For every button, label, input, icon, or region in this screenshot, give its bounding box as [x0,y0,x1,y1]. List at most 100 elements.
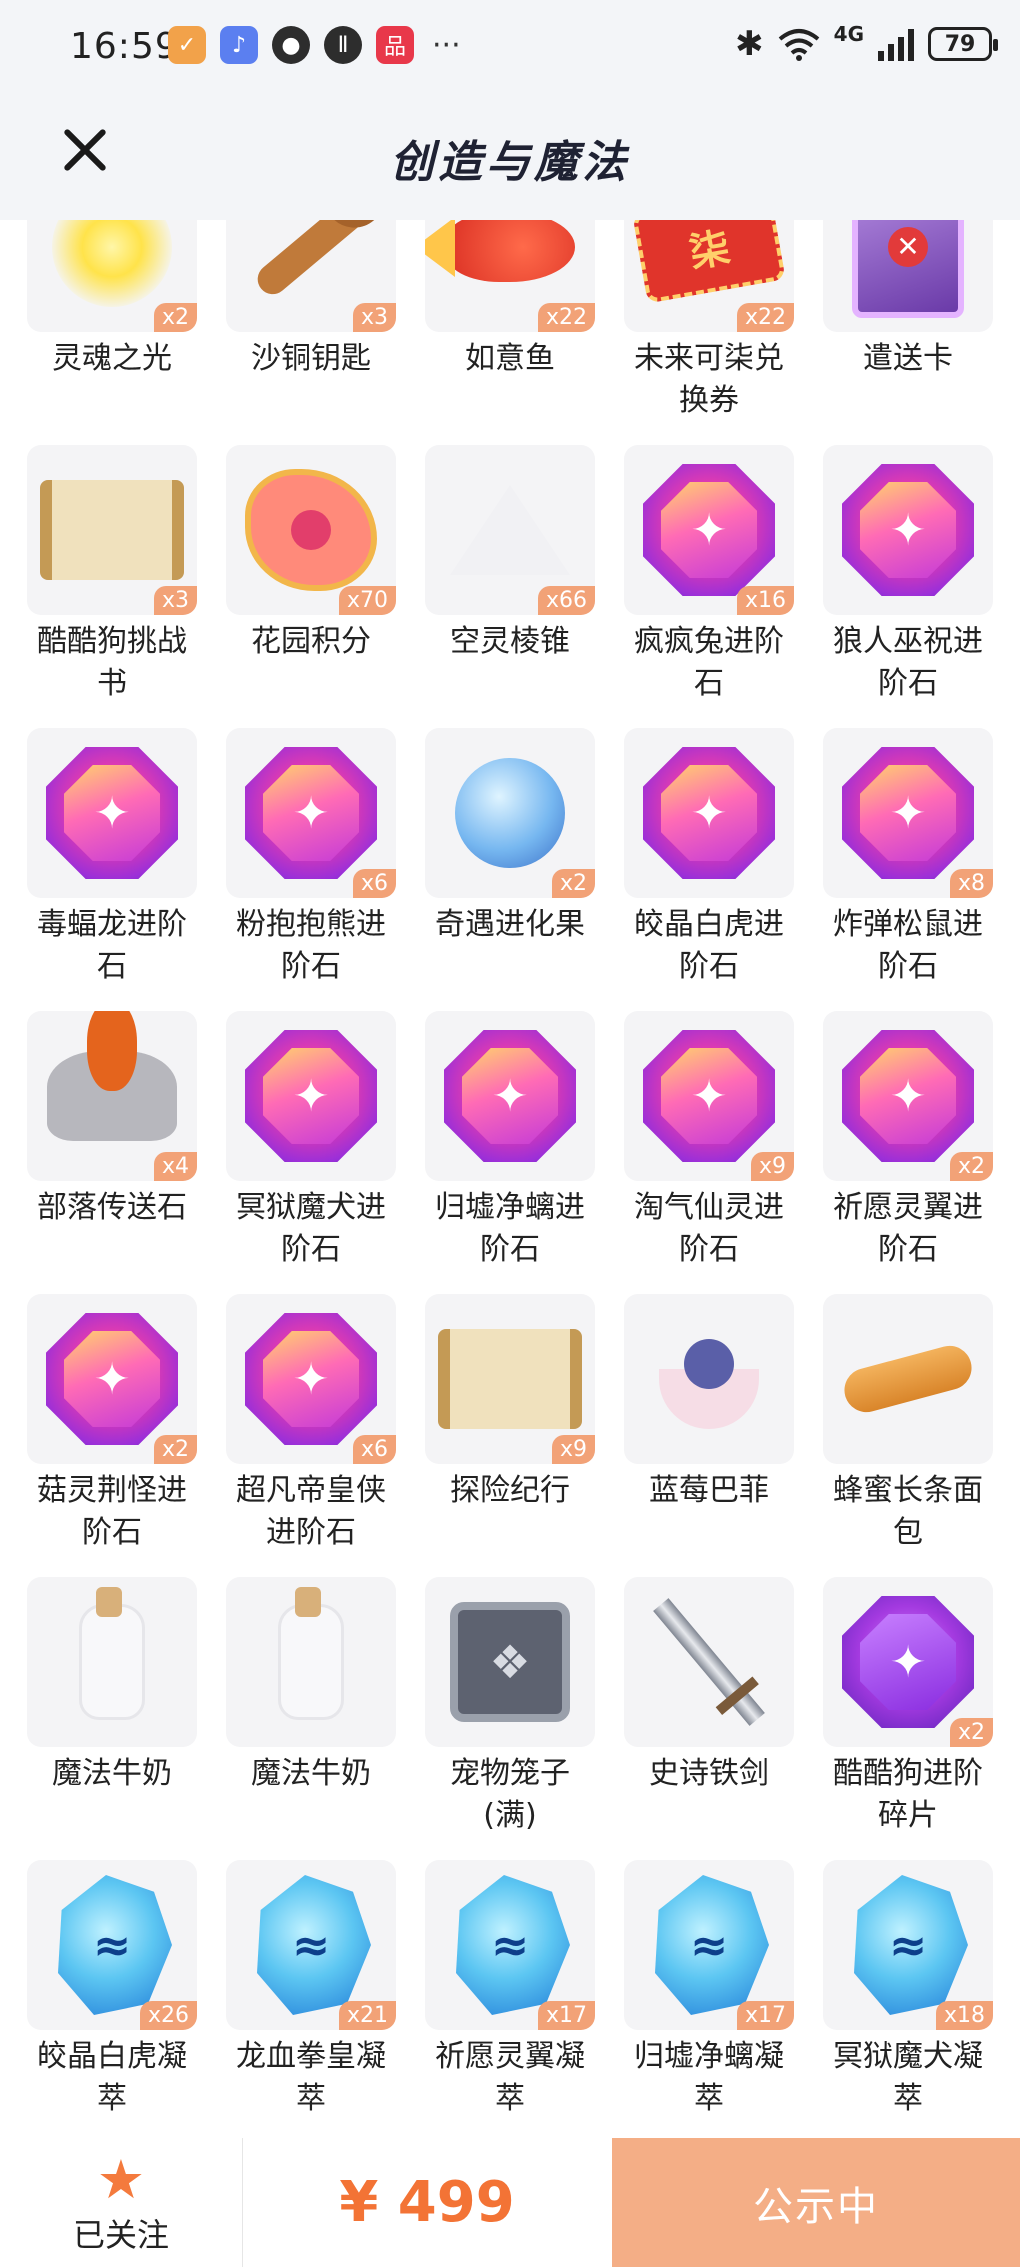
count-badge: x22 [736,303,794,332]
shopping-app-icon: 品 [376,26,414,64]
count-badge: x17 [537,2001,595,2030]
gem-icon: ✦ [842,747,974,879]
item-tile[interactable]: x3 酷酷狗挑战书 [27,445,197,728]
item-name: 皎晶白虎进阶石 [634,907,784,984]
count-badge: x21 [338,2001,396,2030]
item-tile[interactable]: ≈ x17 祈愿灵翼凝萃 [425,1860,595,2138]
item-grid[interactable]: x2 灵魂之光 x3 沙铜钥匙 x22 如意鱼 柒 x22 未来可柒兑换券 ✕ … [0,220,1020,2138]
item-tile[interactable]: 魔法牛奶 [226,1577,396,1860]
app-header: 创造与魔法 [0,96,1020,220]
crystal-icon: ≈ [251,1875,371,2015]
count-badge: x2 [153,303,197,332]
item-name: 祈愿灵翼凝萃 [435,2039,585,2116]
item-tile[interactable]: ≈ x17 归墟净螭凝萃 [624,1860,794,2138]
item-tile[interactable]: ✕ 遣送卡 [823,220,993,445]
item-tile[interactable]: x2 奇遇进化果 [425,728,595,1011]
item-tile[interactable]: ✦ x2 菇灵荆怪进阶石 [27,1294,197,1577]
item-image: ≈ x21 [226,1860,396,2030]
item-name: 冥狱魔犬进阶石 [236,1190,386,1267]
item-tile[interactable]: ✦ x6 超凡帝皇侠进阶石 [226,1294,396,1577]
item-tile[interactable]: ✦ x16 疯疯兔进阶石 [624,445,794,728]
item-image [27,1577,197,1747]
item-name: 归墟净螭进阶石 [435,1190,585,1267]
follow-button[interactable]: ★ 已关注 [0,2138,243,2267]
item-name: 未来可柒兑换券 [634,341,784,418]
item-image: ✦ [624,728,794,898]
item-tile[interactable]: ✦ 毒蝠龙进阶石 [27,728,197,1011]
item-name: 毒蝠龙进阶石 [37,907,187,984]
rock-icon [47,1011,177,1141]
item-image: ≈ x17 [624,1860,794,2030]
item-tile[interactable]: ≈ x18 冥狱魔犬凝萃 [823,1860,993,2138]
item-name: 龙血拳皇凝萃 [236,2039,386,2116]
status-button[interactable]: 公示中 [612,2138,1020,2267]
item-tile[interactable]: 柒 x22 未来可柒兑换券 [624,220,794,445]
pyramid-icon [450,485,570,575]
item-image: x4 [27,1011,197,1181]
item-tile[interactable]: ≈ x21 龙血拳皇凝萃 [226,1860,396,2138]
item-tile[interactable]: 史诗铁剑 [624,1577,794,1860]
count-badge: x2 [551,869,595,898]
count-badge: x8 [949,869,993,898]
ticket-icon: 柒 [632,220,786,304]
item-tile[interactable]: 蓝莓巴菲 [624,1294,794,1577]
item-tile[interactable]: ✦ 皎晶白虎进阶石 [624,728,794,1011]
item-image: ≈ x26 [27,1860,197,2030]
item-name: 花园积分 [251,624,371,659]
item-tile[interactable]: ✦ 归墟净螭进阶石 [425,1011,595,1294]
item-tile[interactable]: x3 沙铜钥匙 [226,220,396,445]
gem-icon: ✦ [643,747,775,879]
item-tile[interactable]: ✦ x2 酷酷狗进阶碎片 [823,1577,993,1860]
item-name: 酷酷狗挑战书 [37,624,187,701]
item-image: ✦ x2 [823,1011,993,1181]
app-circle-icon: Ⅱ [324,26,362,64]
wifi-icon [778,29,819,61]
item-image: ❖ [425,1577,595,1747]
item-tile[interactable]: ✦ x9 淘气仙灵进阶石 [624,1011,794,1294]
signal-icon [878,27,914,61]
follow-label: 已关注 [72,2216,169,2254]
item-name: 超凡帝皇侠进阶石 [236,1473,386,1550]
item-tile[interactable]: x2 灵魂之光 [27,220,197,445]
item-tile[interactable]: 蜂蜜长条面包 [823,1294,993,1577]
gem-icon: ✦ [46,747,178,879]
item-name: 淘气仙灵进阶石 [634,1190,784,1267]
item-image [624,1294,794,1464]
item-tile[interactable]: ✦ 冥狱魔犬进阶石 [226,1011,396,1294]
page-title: 创造与魔法 [390,137,630,188]
item-tile[interactable]: x9 探险纪行 [425,1294,595,1577]
item-image [823,1294,993,1464]
item-name: 皎晶白虎凝萃 [37,2039,187,2116]
count-badge: x2 [949,1152,993,1181]
item-tile[interactable]: x70 花园积分 [226,445,396,728]
item-image: ✦ [425,1011,595,1181]
item-name: 冥狱魔犬凝萃 [833,2039,983,2116]
item-tile[interactable]: ✦ x6 粉抱抱熊进阶石 [226,728,396,1011]
count-badge: x16 [736,586,794,615]
item-tile[interactable]: ❖ 宠物笼子(满) [425,1577,595,1860]
item-tile[interactable]: x22 如意鱼 [425,220,595,445]
item-tile[interactable]: x4 部落传送石 [27,1011,197,1294]
item-name: 疯疯兔进阶石 [634,624,784,701]
item-tile[interactable]: ✦ x2 祈愿灵翼进阶石 [823,1011,993,1294]
gem-icon: ✦ [842,464,974,596]
item-image: ✦ [226,1011,396,1181]
item-tile[interactable]: ✦ 狼人巫祝进阶石 [823,445,993,728]
item-image: x9 [425,1294,595,1464]
item-tile[interactable]: ≈ x26 皎晶白虎凝萃 [27,1860,197,2138]
network-type: 4G [833,22,864,46]
item-tile[interactable]: 魔法牛奶 [27,1577,197,1860]
count-badge: x17 [736,2001,794,2030]
count-badge: x70 [338,586,396,615]
sword-icon [653,1587,765,1737]
gem-icon: ✦ [643,464,775,596]
count-badge: x22 [537,303,595,332]
item-tile[interactable]: x66 空灵棱锥 [425,445,595,728]
count-badge: x9 [551,1435,595,1464]
gem-icon: ✦ [245,1030,377,1162]
item-tile[interactable]: ✦ x8 炸弹松鼠进阶石 [823,728,993,1011]
bottle-icon [79,1587,145,1720]
item-image: ✦ x2 [823,1577,993,1747]
bluetooth-icon: ✱ [735,24,764,64]
item-name: 探险纪行 [450,1473,570,1508]
